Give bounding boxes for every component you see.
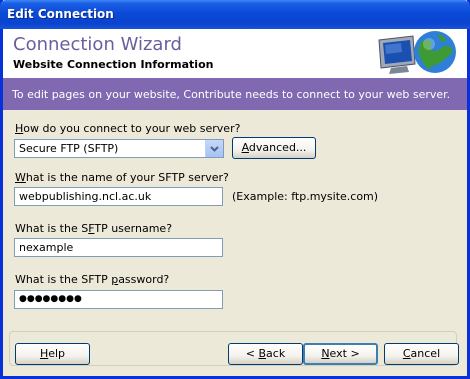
advanced-button[interactable]: Advanced...: [232, 137, 316, 159]
back-button[interactable]: < Back: [228, 343, 303, 365]
banner-text: To edit pages on your website, Contribut…: [12, 88, 451, 101]
server-input[interactable]: webpublishing.ncl.ac.uk: [14, 187, 223, 206]
edit-connection-window: Edit Connection Connection Wizard Websit…: [0, 0, 470, 379]
username-label: What is the SFTP username?: [15, 222, 173, 235]
computer-globe-icon: [378, 31, 456, 74]
password-input[interactable]: ●●●●●●●●: [14, 290, 223, 309]
connect-method-label: How do you connect to your web server?: [15, 122, 241, 135]
info-banner: To edit pages on your website, Contribut…: [3, 78, 467, 110]
dropdown-arrow-icon[interactable]: [205, 140, 223, 157]
cancel-button[interactable]: Cancel: [384, 343, 459, 365]
wizard-title: Connection Wizard: [13, 34, 182, 55]
password-label: What is the SFTP password?: [15, 273, 170, 286]
wizard-header: Connection Wizard Website Connection Inf…: [3, 29, 467, 78]
connection-type-select[interactable]: Secure FTP (SFTP): [14, 139, 224, 158]
next-button[interactable]: Next >: [303, 343, 378, 365]
server-example: (Example: ftp.mysite.com): [232, 190, 379, 203]
server-label: What is the name of your SFTP server?: [15, 171, 229, 184]
help-button[interactable]: Help: [15, 343, 90, 365]
connection-type-value: Secure FTP (SFTP): [19, 142, 119, 155]
wizard-subtitle: Website Connection Information: [13, 58, 214, 71]
window-title: Edit Connection: [7, 7, 114, 21]
title-bar[interactable]: Edit Connection: [0, 0, 470, 29]
username-input[interactable]: nexample: [14, 238, 223, 257]
